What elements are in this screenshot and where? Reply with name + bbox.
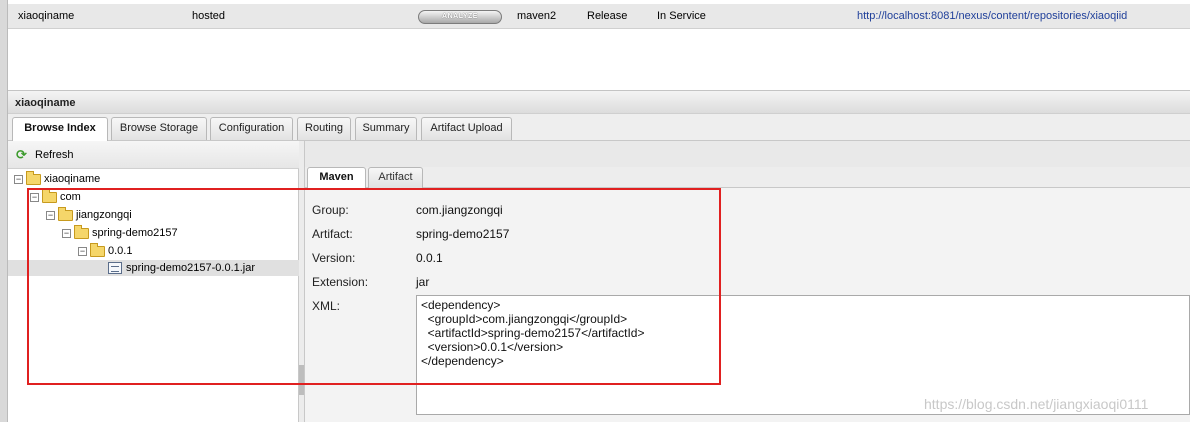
tab-routing[interactable]: Routing <box>297 117 351 140</box>
repository-row[interactable]: xiaoqiname hosted ANALYZE maven2 Release… <box>8 4 1190 29</box>
annotation-highlight-box <box>27 188 721 385</box>
tab-artifact[interactable]: Artifact <box>368 167 423 188</box>
refresh-label: Refresh <box>35 149 74 161</box>
repo-name: xiaoqiname <box>18 10 75 22</box>
folder-icon <box>26 170 41 185</box>
main-tabbar: Browse Index Browse Storage Configuratio… <box>8 114 1190 141</box>
watermark: https://blog.csdn.net/jiangxiaoqi0111 <box>924 396 1149 412</box>
tree-node-root[interactable]: − xiaoqiname <box>14 170 101 187</box>
tab-maven[interactable]: Maven <box>307 167 366 188</box>
tab-summary[interactable]: Summary <box>355 117 417 140</box>
refresh-icon: ⟳ <box>16 147 27 162</box>
tab-configuration[interactable]: Configuration <box>210 117 293 140</box>
tab-browse-index[interactable]: Browse Index <box>12 117 108 141</box>
tree-toolbar: ⟳ Refresh <box>8 141 299 169</box>
detail-toolbar <box>305 141 1190 167</box>
left-edge-strip <box>0 0 8 422</box>
collapse-toggle-icon[interactable]: − <box>14 174 23 184</box>
repo-url-link[interactable]: http://localhost:8081/nexus/content/repo… <box>857 10 1127 22</box>
repo-policy: Release <box>587 10 628 22</box>
panel-header: xiaoqiname <box>8 90 1190 114</box>
tree-node-label: xiaoqiname <box>44 173 101 185</box>
repo-status: In Service <box>657 10 706 22</box>
repo-format: maven2 <box>517 10 557 22</box>
tab-artifact-upload[interactable]: Artifact Upload <box>421 117 512 140</box>
repo-type: hosted <box>192 10 226 22</box>
analyze-button[interactable]: ANALYZE <box>418 10 502 24</box>
tab-browse-storage[interactable]: Browse Storage <box>111 117 207 140</box>
detail-tabbar: Maven Artifact <box>305 167 1190 188</box>
panel-title: xiaoqiname <box>15 97 76 109</box>
refresh-button[interactable]: ⟳ Refresh <box>16 147 74 162</box>
